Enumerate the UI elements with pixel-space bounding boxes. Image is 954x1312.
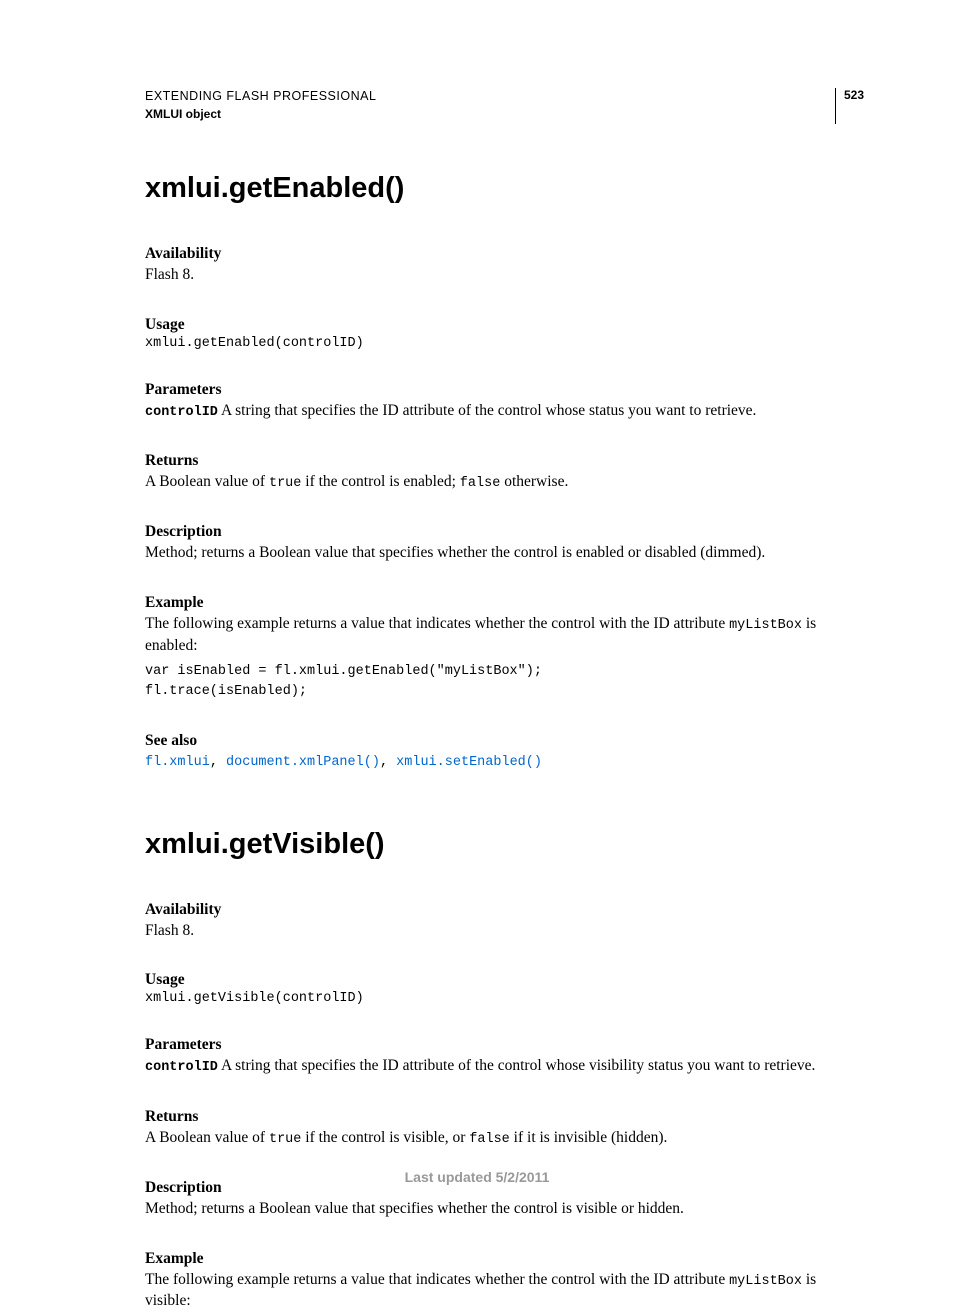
example-code-block: var isEnabled = fl.xmlui.getEnabled("myL… [145,662,864,701]
header-object: XMLUI object [145,106,376,123]
availability-text: Flash 8. [145,921,864,942]
parameters-label: Parameters [145,1036,864,1054]
link-document-xmlpanel[interactable]: document.xmlPanel() [226,755,380,770]
usage-label: Usage [145,971,864,989]
returns-text: A Boolean value of true if the control i… [145,472,864,493]
returns-text: A Boolean value of true if the control i… [145,1128,864,1149]
parameters-label: Parameters [145,381,864,399]
example-code-inline: myListBox [729,618,802,633]
description-label: Description [145,523,864,541]
param-desc: A string that specifies the ID attribute… [218,402,757,419]
usage-code: xmlui.getEnabled(controlID) [145,336,864,351]
page-number: 523 [835,88,864,124]
page: EXTENDING FLASH PROFESSIONAL XMLUI objec… [0,0,954,1235]
returns-code-true: true [269,1132,301,1147]
see-also-links: fl.xmlui, document.xmlPanel(), xmlui.set… [145,752,864,770]
link-xmlui-setenabled[interactable]: xmlui.setEnabled() [396,755,542,770]
availability-label: Availability [145,901,864,919]
sep: , [380,755,396,770]
param-name: controlID [145,1060,218,1075]
returns-code-false: false [460,476,501,491]
param-name: controlID [145,405,218,420]
example-text: The following example returns a value th… [145,614,864,656]
returns-post: otherwise. [500,473,568,490]
example-pre: The following example returns a value th… [145,1271,729,1288]
see-also-label: See also [145,732,864,750]
parameters-text: controlID A string that specifies the ID… [145,401,864,422]
returns-mid: if the control is enabled; [301,473,459,490]
returns-label: Returns [145,452,864,470]
example-label: Example [145,594,864,612]
description-text: Method; returns a Boolean value that spe… [145,1199,864,1220]
param-desc: A string that specifies the ID attribute… [218,1057,816,1074]
footer-updated: Last updated 5/2/2011 [0,1169,954,1185]
returns-code-true: true [269,476,301,491]
usage-label: Usage [145,316,864,334]
returns-mid: if the control is visible, or [301,1129,469,1146]
availability-label: Availability [145,245,864,263]
sep: , [210,755,226,770]
example-code-inline: myListBox [729,1274,802,1289]
returns-pre: A Boolean value of [145,1129,269,1146]
returns-label: Returns [145,1108,864,1126]
link-fl-xmlui[interactable]: fl.xmlui [145,755,210,770]
example-label: Example [145,1250,864,1268]
returns-post: if it is invisible (hidden). [510,1129,668,1146]
method-title-getenabled: xmlui.getEnabled() [145,172,864,205]
method-title-getvisible: xmlui.getVisible() [145,828,864,861]
availability-text: Flash 8. [145,265,864,286]
description-text: Method; returns a Boolean value that spe… [145,543,864,564]
parameters-text: controlID A string that specifies the ID… [145,1056,864,1077]
example-text: The following example returns a value th… [145,1270,864,1312]
usage-code: xmlui.getVisible(controlID) [145,991,864,1006]
example-pre: The following example returns a value th… [145,615,729,632]
header-breadcrumb: EXTENDING FLASH PROFESSIONAL [145,88,376,106]
returns-code-false: false [469,1132,510,1147]
header-left: EXTENDING FLASH PROFESSIONAL XMLUI objec… [145,88,376,122]
returns-pre: A Boolean value of [145,473,269,490]
page-header: EXTENDING FLASH PROFESSIONAL XMLUI objec… [145,88,864,124]
